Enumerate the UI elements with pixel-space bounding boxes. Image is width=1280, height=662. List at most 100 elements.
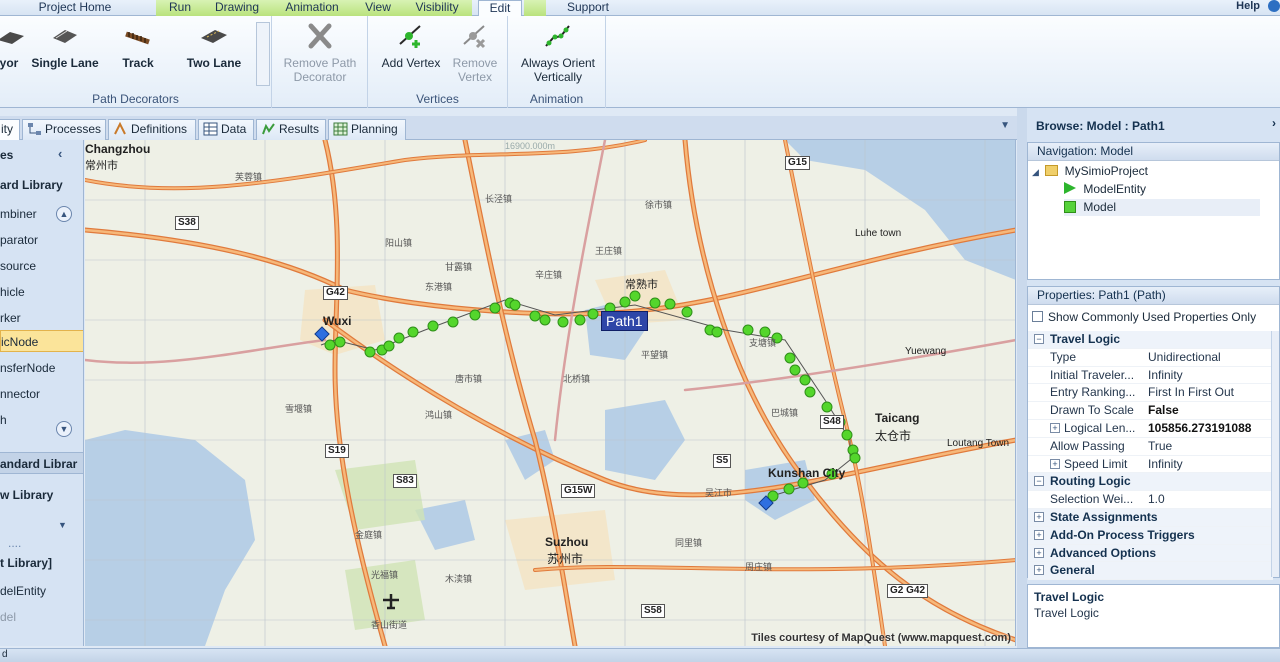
expand-icon[interactable]: +	[1034, 547, 1044, 558]
property-category[interactable]: + Add-On Process Triggers	[1028, 526, 1273, 545]
tab-overflow-chevron-icon[interactable]: ▼	[1000, 120, 1010, 131]
tab-project-home[interactable]: Project Home	[20, 0, 130, 16]
property-row[interactable]: Selection Wei... 1.0	[1028, 491, 1273, 509]
tab-view[interactable]: View	[354, 0, 402, 16]
property-description: Travel Logic Travel Logic	[1027, 584, 1280, 648]
flow-library-tab[interactable]: w Library	[0, 484, 83, 506]
map-town-18: 同里镇	[675, 538, 703, 548]
navigation-panel: Navigation: Model ◢ MySimioProject Model…	[1027, 142, 1280, 280]
library-item-connector[interactable]: nnector	[0, 383, 83, 405]
property-value[interactable]: Infinity	[1148, 457, 1273, 471]
single-lane-button[interactable]: Single Lane	[28, 22, 102, 70]
tab-support[interactable]: Support	[548, 0, 628, 16]
path1-label[interactable]: Path1	[601, 311, 648, 331]
collapse-icon[interactable]: −	[1034, 476, 1044, 487]
expand-icon[interactable]: +	[1034, 529, 1044, 540]
property-category-label: Add-On Process Triggers	[1050, 527, 1195, 542]
tab-data[interactable]: Data	[198, 119, 254, 140]
property-category[interactable]: + General	[1028, 562, 1273, 581]
expand-icon[interactable]: +	[1050, 458, 1060, 469]
map-label-suzhou: Suzhou	[545, 535, 589, 549]
map-town-5: 长泾镇	[485, 194, 513, 204]
tab-facility[interactable]: ity	[0, 119, 20, 140]
scroll-down-icon[interactable]: ▼	[56, 421, 72, 437]
map-tile-credit: Tiles courtesy of MapQuest (www.mapquest…	[751, 632, 1011, 644]
property-value[interactable]: False	[1148, 403, 1273, 417]
property-value[interactable]: 1.0	[1148, 492, 1273, 506]
property-category[interactable]: + Advanced Options	[1028, 544, 1273, 563]
library-item-basicnode[interactable]: icNode	[0, 330, 83, 352]
collapse-icon[interactable]: −	[1034, 334, 1044, 344]
library-item-model[interactable]: del	[0, 606, 83, 628]
yangtze-river	[785, 140, 1015, 280]
tab-visibility[interactable]: Visibility	[402, 0, 472, 16]
tab-planning[interactable]: Planning	[328, 119, 406, 140]
track-button[interactable]: Track	[112, 22, 164, 70]
library-dropdown-icon[interactable]: ▼	[58, 520, 67, 530]
help-link[interactable]: Help	[1236, 0, 1260, 12]
conveyor-decorator-button[interactable]: yor	[0, 22, 24, 70]
tab-drawing[interactable]: Drawing	[204, 0, 270, 16]
tree-expand-icon[interactable]: ◢	[1032, 167, 1039, 177]
library-item-modelentity[interactable]: delEntity	[0, 580, 83, 602]
standard-library-tab[interactable]: andard Librar	[0, 452, 83, 474]
show-common-properties-checkbox[interactable]: Show Commonly Used Properties Only	[1032, 309, 1256, 325]
panel-splitter[interactable]	[1017, 108, 1027, 648]
property-value[interactable]: Unidirectional	[1148, 350, 1273, 364]
property-value[interactable]: 105856.273191088	[1148, 421, 1273, 435]
expand-icon[interactable]: +	[1050, 422, 1060, 433]
tab-definitions[interactable]: Definitions	[108, 119, 196, 140]
property-name: Allow Passing	[1050, 438, 1125, 453]
remove-vertex-button[interactable]: Remove Vertex	[448, 22, 502, 84]
standard-library-header[interactable]: ard Library	[0, 174, 83, 196]
property-category[interactable]: − Routing Logic	[1028, 473, 1273, 492]
property-value[interactable]: Infinity	[1148, 368, 1273, 382]
collapse-chevron-icon[interactable]: ‹	[58, 146, 62, 161]
scroll-up-icon[interactable]: ▲	[56, 206, 72, 222]
facility-map-view[interactable]: Changzhou 常州市 Wuxi Suzhou 苏州市 Kunshan Ci…	[85, 140, 1016, 646]
tree-item-modelentity[interactable]: ModelEntity	[1064, 181, 1146, 198]
tab-edit[interactable]: Edit	[478, 0, 522, 17]
library-item-transfernode[interactable]: nsferNode	[0, 357, 83, 379]
library-item-separator[interactable]: parator	[0, 229, 83, 251]
remove-path-decorator-button[interactable]: Remove Path Decorator	[276, 22, 364, 84]
property-row[interactable]: Initial Traveler... Infinity	[1028, 367, 1273, 385]
property-row[interactable]: Entry Ranking... First In First Out	[1028, 384, 1273, 403]
tab-animation[interactable]: Animation	[270, 0, 354, 16]
property-grid-scrollbar[interactable]	[1271, 331, 1279, 577]
shield-s48: S48	[820, 415, 844, 429]
library-item-resource[interactable]: source	[0, 255, 83, 277]
browse-collapse-chevron-icon[interactable]: ›	[1272, 116, 1276, 130]
always-orient-vertically-button[interactable]: Always Orient Vertically	[514, 22, 602, 84]
map-canvas	[85, 140, 1015, 646]
library-item-worker[interactable]: rker	[0, 307, 83, 329]
tab-run[interactable]: Run	[156, 0, 204, 16]
expand-icon[interactable]: +	[1034, 511, 1044, 522]
results-icon	[262, 123, 275, 135]
property-row[interactable]: Allow Passing True	[1028, 438, 1273, 456]
property-value[interactable]: True	[1148, 439, 1273, 453]
decorator-gallery-scroll[interactable]	[256, 22, 270, 86]
checkbox-box[interactable]	[1032, 311, 1043, 322]
tab-results[interactable]: Results	[256, 119, 326, 140]
property-value[interactable]: First In First Out	[1148, 385, 1273, 399]
property-row[interactable]: Drawn To Scale False	[1028, 402, 1273, 420]
tree-item-model[interactable]: Model	[1064, 199, 1260, 216]
shield-s38: S38	[175, 216, 199, 230]
tab-processes[interactable]: Processes	[22, 119, 106, 140]
expand-icon[interactable]: +	[1034, 565, 1044, 576]
property-row[interactable]: Type Unidirectional	[1028, 349, 1273, 367]
tree-item-project[interactable]: ◢ MySimioProject	[1032, 163, 1148, 180]
track-icon	[125, 31, 150, 45]
property-row[interactable]: + Speed Limit Infinity	[1028, 456, 1273, 474]
property-category[interactable]: − Travel Logic	[1028, 331, 1273, 349]
map-town-22: 光福镇	[371, 570, 399, 580]
map-label-kunshan: Kunshan City	[768, 466, 846, 480]
property-category[interactable]: + State Assignments	[1028, 508, 1273, 527]
tree-item-model-label: Model	[1083, 200, 1117, 214]
help-icon[interactable]	[1268, 0, 1280, 12]
property-row[interactable]: + Logical Len... 105856.273191088	[1028, 420, 1273, 438]
library-item-vehicle[interactable]: hicle	[0, 281, 83, 303]
two-lane-button[interactable]: Two Lane	[180, 22, 248, 70]
add-vertex-button[interactable]: Add Vertex	[378, 22, 444, 70]
